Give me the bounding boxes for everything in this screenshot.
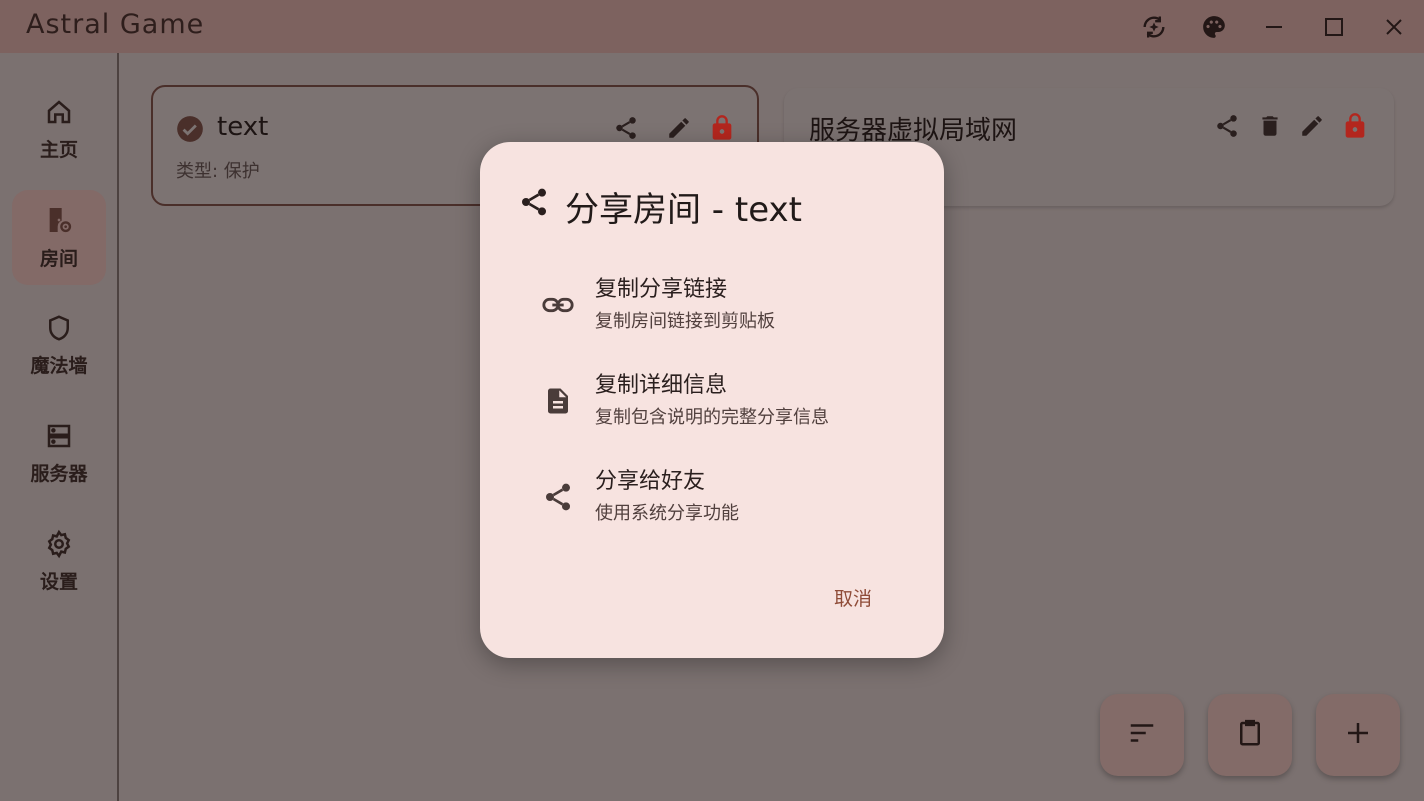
share-dialog: 分享房间 - text 复制分享链接 复制房间链接到剪贴板 复制详细信息 复制包…: [480, 142, 944, 658]
option-title: 分享给好友: [595, 469, 706, 494]
check-circle-icon: [176, 115, 204, 143]
option-title: 复制分享链接: [595, 277, 728, 302]
lock-icon[interactable]: [708, 114, 736, 142]
share-friend-option[interactable]: 分享给好友 使用系统分享功能: [520, 463, 910, 541]
share-icon[interactable]: [613, 115, 639, 141]
home-icon: [44, 97, 74, 131]
sidebar-item-label: 服务器: [30, 463, 88, 485]
minimize-icon[interactable]: [1258, 11, 1290, 43]
room-settings-icon: [43, 204, 75, 240]
edit-icon[interactable]: [1299, 113, 1325, 139]
title-bar: Astral Game: [0, 0, 1424, 53]
maximize-icon[interactable]: [1318, 11, 1350, 43]
sidebar: 主页 房间 魔法墙 服务器 设置: [0, 53, 119, 801]
sidebar-item-home[interactable]: 主页: [12, 82, 106, 177]
sort-button[interactable]: [1100, 694, 1184, 776]
sidebar-item-label: 魔法墙: [30, 355, 88, 377]
sidebar-item-settings[interactable]: 设置: [12, 514, 106, 609]
server-icon: [44, 421, 74, 455]
copy-details-option[interactable]: 复制详细信息 复制包含说明的完整分享信息: [520, 367, 910, 445]
sidebar-item-label: 房间: [39, 248, 78, 270]
sidebar-item-server[interactable]: 服务器: [12, 406, 106, 501]
sparkle-rotate-icon[interactable]: [1138, 11, 1170, 43]
add-button[interactable]: [1316, 694, 1400, 776]
share-icon: [518, 186, 550, 218]
edit-icon[interactable]: [666, 115, 692, 141]
palette-icon[interactable]: [1198, 11, 1230, 43]
option-subtitle: 复制房间链接到剪贴板: [595, 311, 775, 332]
option-subtitle: 使用系统分享功能: [595, 503, 739, 524]
app-title: Astral Game: [26, 9, 205, 40]
clipboard-icon: [1235, 718, 1265, 752]
sidebar-item-label: 设置: [39, 571, 78, 593]
option-title: 复制详细信息: [595, 373, 728, 398]
gear-icon: [44, 529, 74, 563]
lock-icon[interactable]: [1341, 112, 1369, 140]
clipboard-button[interactable]: [1208, 694, 1292, 776]
shield-icon: [44, 313, 74, 347]
link-icon: [540, 287, 576, 323]
sidebar-item-firewall[interactable]: 魔法墙: [12, 298, 106, 393]
document-icon: [540, 383, 576, 419]
option-subtitle: 复制包含说明的完整分享信息: [595, 407, 829, 428]
room-title: text: [217, 112, 269, 142]
share-icon: [540, 479, 576, 515]
close-icon[interactable]: [1378, 11, 1410, 43]
share-icon[interactable]: [1214, 113, 1240, 139]
delete-icon[interactable]: [1257, 113, 1283, 139]
sidebar-item-label: 主页: [39, 139, 78, 161]
dialog-title: 分享房间 - text: [565, 190, 802, 230]
add-icon: [1343, 718, 1373, 752]
copy-link-option[interactable]: 复制分享链接 复制房间链接到剪贴板: [520, 271, 910, 349]
sidebar-item-room[interactable]: 房间: [12, 190, 106, 285]
cancel-button[interactable]: 取消: [834, 584, 872, 611]
room-type: 类型: 保护: [176, 161, 260, 182]
sort-icon: [1127, 718, 1157, 752]
